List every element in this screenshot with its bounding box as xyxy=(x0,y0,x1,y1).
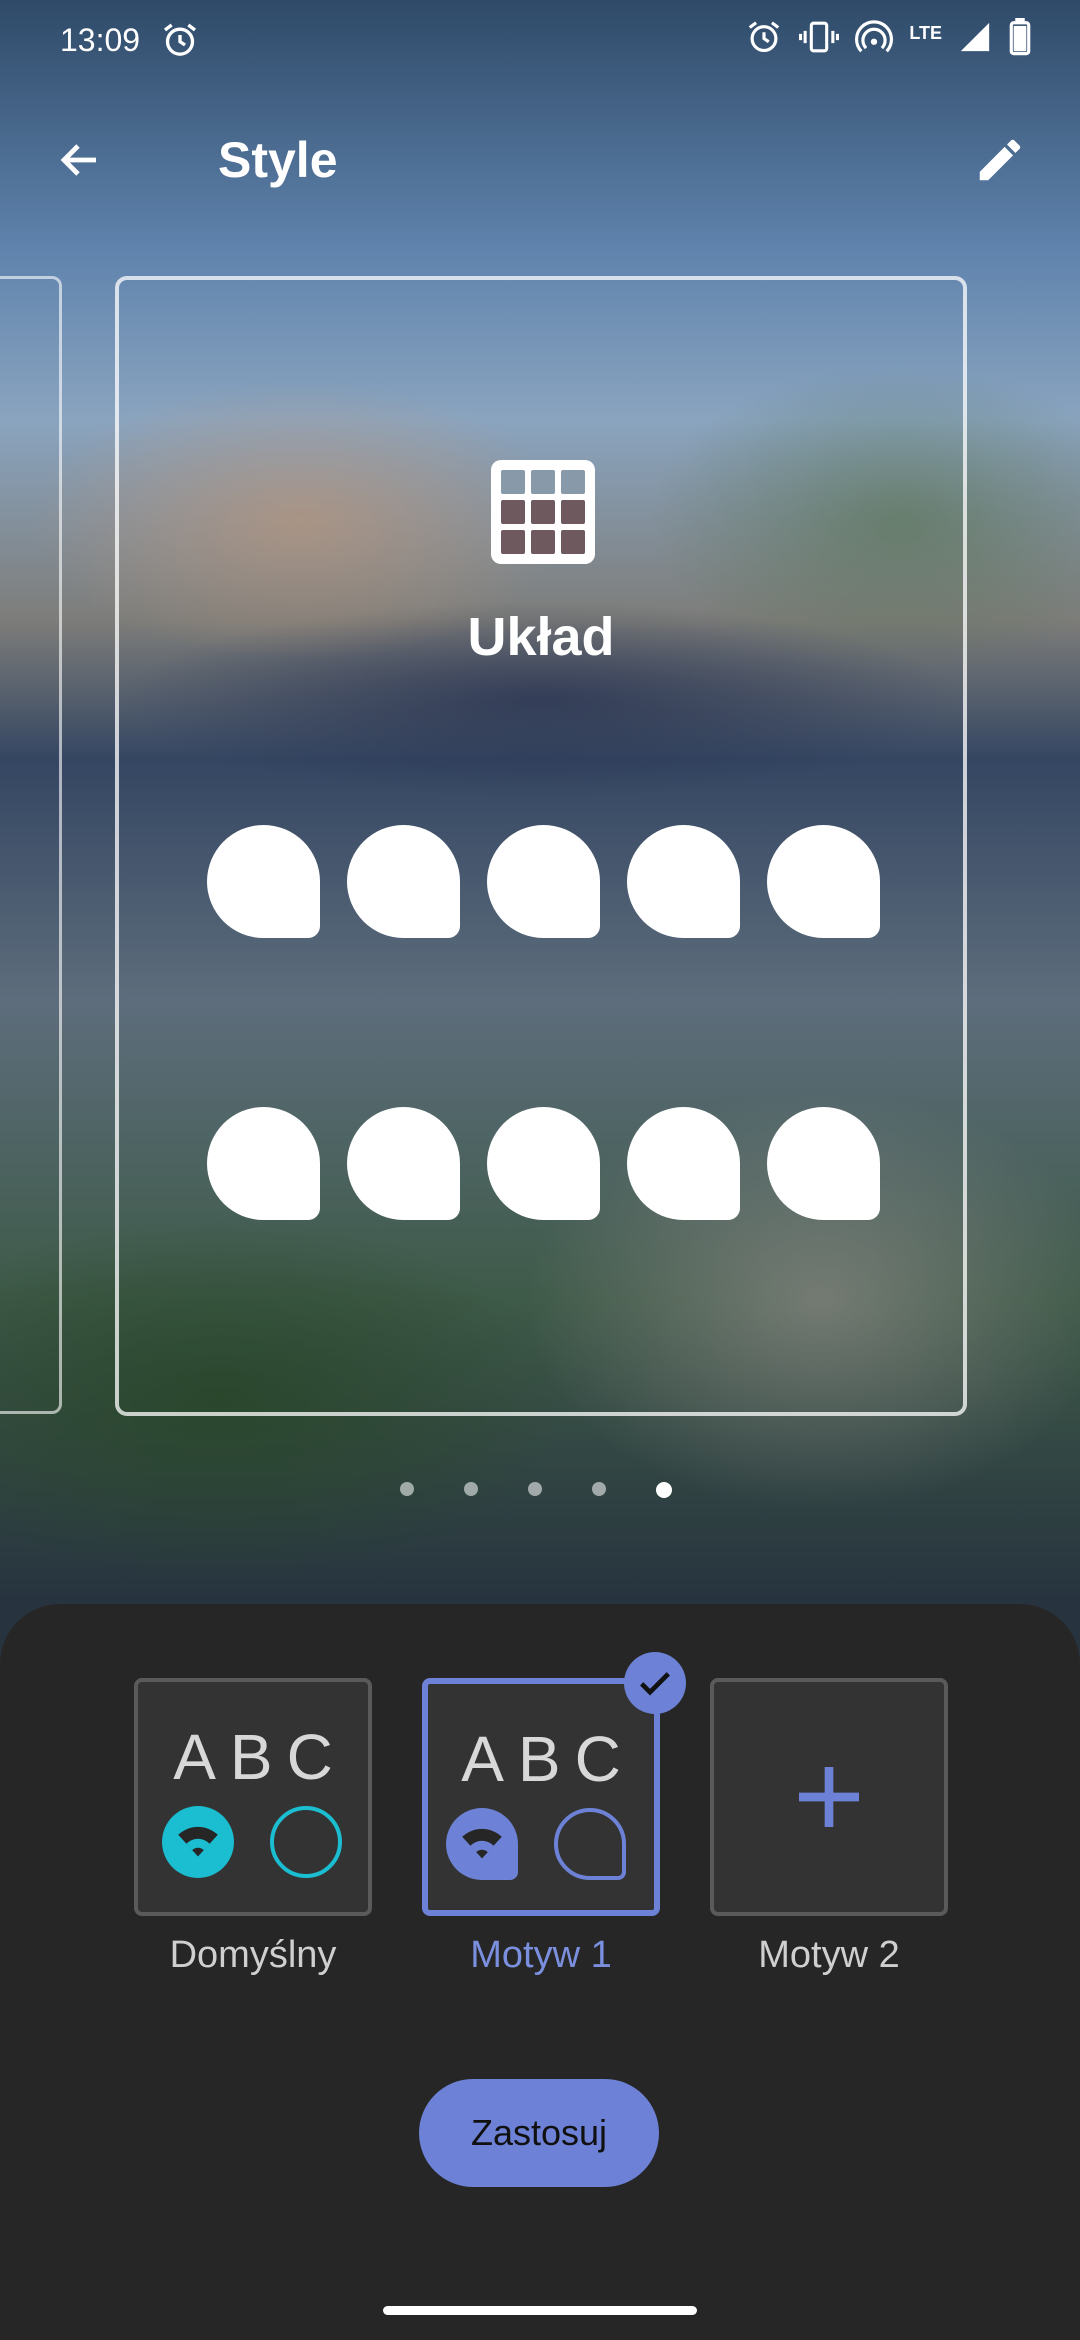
alarm-icon xyxy=(745,18,783,56)
vibrate-icon xyxy=(799,18,840,56)
style-option-label: Motyw 2 xyxy=(758,1934,900,1976)
signal-icon xyxy=(958,20,992,54)
style-picker-sheet: ABC Domyślny ABC Motyw 1 Motyw 2 Zastosu… xyxy=(0,1604,1080,2340)
network-type: LTE xyxy=(909,23,942,43)
icon-shape xyxy=(487,1107,600,1220)
tile-icon-previews xyxy=(446,1808,626,1880)
arrow-back-icon xyxy=(60,144,96,176)
app-bar: Style xyxy=(0,110,1080,210)
style-options: ABC Domyślny ABC Motyw 1 Motyw 2 xyxy=(134,1652,948,1978)
edit-button[interactable] xyxy=(966,126,1034,194)
wifi-icon xyxy=(446,1808,518,1880)
icon-shape xyxy=(767,1107,880,1220)
back-button[interactable] xyxy=(50,130,110,190)
checkmark-icon xyxy=(624,1652,686,1714)
status-icons: LTE xyxy=(745,18,1032,56)
icon-shape xyxy=(347,1107,460,1220)
preview-card-title: Układ xyxy=(467,607,615,667)
style-tile[interactable]: ABC xyxy=(134,1678,372,1916)
wifi-icon xyxy=(162,1806,234,1878)
font-preview: ABC xyxy=(173,1721,347,1793)
shape-outline-icon xyxy=(270,1806,342,1878)
icon-shape xyxy=(347,825,460,938)
status-bar: 13:09 LTE xyxy=(0,0,1080,80)
status-time: 13:09 xyxy=(60,22,141,58)
page-indicator xyxy=(400,1482,672,1498)
icon-shape-row xyxy=(207,1107,880,1220)
page-dot[interactable] xyxy=(464,1482,478,1496)
style-preview-card[interactable]: Układ xyxy=(115,276,967,1416)
page-dot[interactable] xyxy=(592,1482,606,1496)
style-option-label: Motyw 1 xyxy=(470,1934,612,1976)
page-dot[interactable] xyxy=(528,1482,542,1496)
plus-icon xyxy=(714,1682,944,1912)
style-option-theme-2[interactable]: Motyw 2 xyxy=(710,1678,948,1978)
grid-icon xyxy=(491,460,595,564)
tile-icon-previews xyxy=(162,1806,342,1878)
style-tile-selected[interactable]: ABC xyxy=(422,1652,686,1916)
page-dot[interactable] xyxy=(400,1482,414,1496)
icon-shape xyxy=(767,825,880,938)
icon-shape-row xyxy=(207,825,880,938)
style-option-default[interactable]: ABC Domyślny xyxy=(134,1678,372,1978)
icon-shape xyxy=(627,825,740,938)
page-title: Style xyxy=(218,132,338,188)
icon-shape xyxy=(207,1107,320,1220)
pencil-icon xyxy=(979,139,1021,181)
icon-shape xyxy=(627,1107,740,1220)
font-preview: ABC xyxy=(461,1723,635,1795)
shape-outline-icon xyxy=(554,1808,626,1880)
icon-shape xyxy=(487,825,600,938)
page-dot-active[interactable] xyxy=(656,1482,672,1498)
previous-preview-card[interactable] xyxy=(0,276,62,1414)
hotspot-icon xyxy=(855,18,894,56)
alarm-icon xyxy=(160,20,200,60)
battery-icon xyxy=(1008,18,1032,56)
add-style-tile[interactable] xyxy=(710,1678,948,1916)
icon-shape xyxy=(207,825,320,938)
style-option-label: Domyślny xyxy=(169,1934,337,1976)
home-indicator[interactable] xyxy=(383,2306,697,2315)
style-option-theme-1[interactable]: ABC Motyw 1 xyxy=(422,1652,686,1978)
apply-button[interactable]: Zastosuj xyxy=(419,2079,659,2187)
screen: 13:09 LTE Style Układ ABC Domyślny ABC M… xyxy=(0,0,1080,2340)
